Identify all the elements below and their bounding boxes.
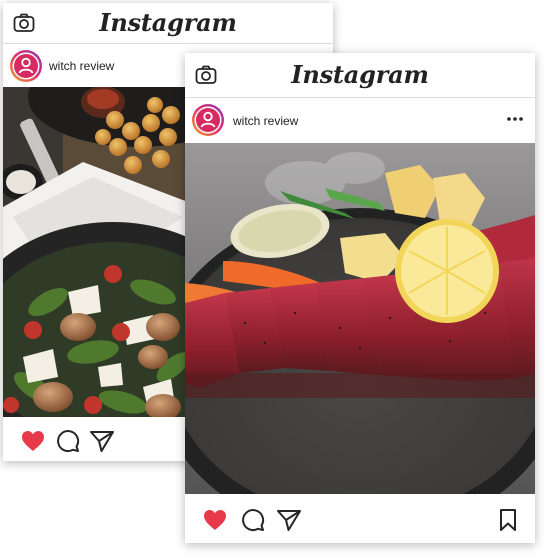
share-icon[interactable] xyxy=(276,508,302,532)
brand-logo: Instagram xyxy=(291,60,429,89)
bookmark-icon[interactable] xyxy=(495,508,521,532)
heart-icon[interactable] xyxy=(202,508,228,532)
post-card-front: Instagram witch review xyxy=(185,53,535,543)
username[interactable]: witch review xyxy=(233,114,298,128)
comment-icon[interactable] xyxy=(55,429,81,453)
top-bar: Instagram xyxy=(185,53,535,97)
top-bar: Instagram xyxy=(3,3,333,43)
avatar[interactable] xyxy=(191,103,225,137)
divider xyxy=(3,43,333,44)
avatar[interactable] xyxy=(9,49,43,83)
post-photo xyxy=(185,143,535,494)
post-header: witch review xyxy=(185,99,535,143)
brand-logo: Instagram xyxy=(99,8,237,37)
more-icon[interactable] xyxy=(505,113,525,125)
divider xyxy=(185,97,535,98)
share-icon[interactable] xyxy=(89,429,115,453)
username[interactable]: witch review xyxy=(49,59,114,73)
comment-icon[interactable] xyxy=(240,508,266,532)
action-bar xyxy=(185,500,535,540)
heart-icon[interactable] xyxy=(20,429,46,453)
